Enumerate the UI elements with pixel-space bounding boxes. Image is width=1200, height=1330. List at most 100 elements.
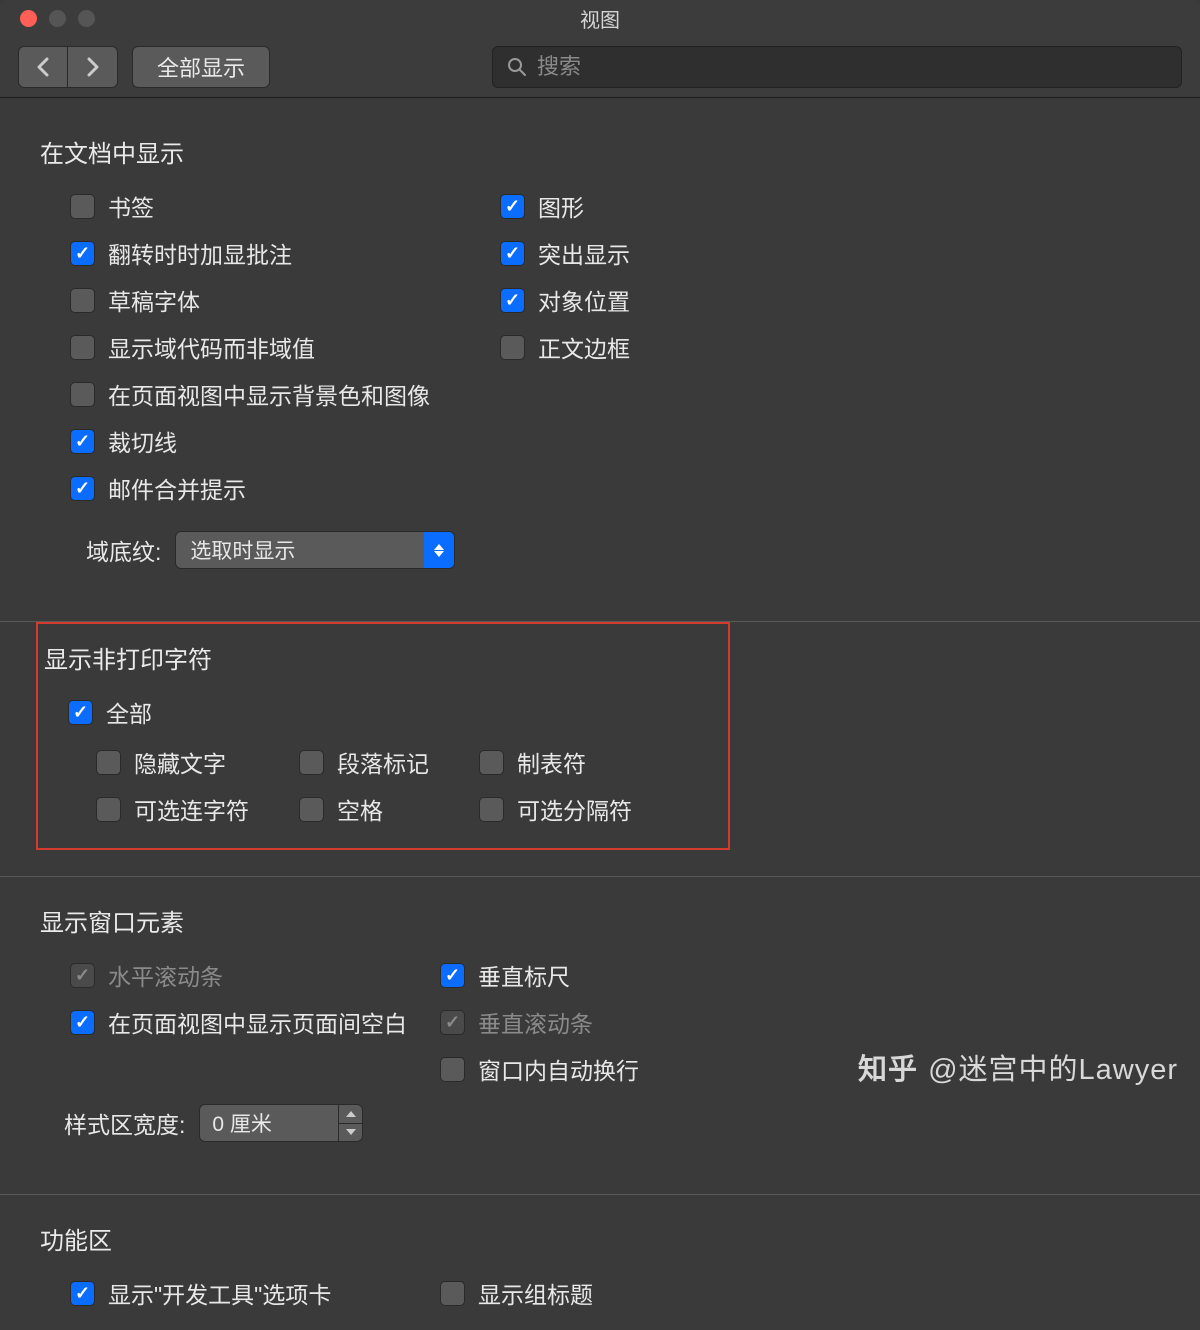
nonprinting-col: 段落标记空格 (299, 745, 429, 826)
chevron-right-icon (86, 57, 100, 77)
checkbox-item[interactable]: ✓翻转时时加显批注 (70, 236, 430, 270)
checkbox-icon (96, 750, 121, 775)
checkbox-item[interactable]: 窗口内自动换行 (440, 1052, 639, 1086)
stepper-up-icon[interactable] (339, 1105, 362, 1123)
checkbox-icon: ✓ (70, 1010, 95, 1035)
checkbox-icon (479, 750, 504, 775)
checkbox-all[interactable]: ✓ 全部 (68, 695, 712, 729)
zoom-window-button[interactable] (78, 10, 95, 27)
style-width-stepper[interactable]: 0 厘米 (199, 1104, 363, 1142)
section-title: 在文档中显示 (40, 134, 1160, 169)
close-window-button[interactable] (20, 10, 37, 27)
checkbox-item[interactable]: ✓ 邮件合并提示 (70, 471, 430, 505)
checkbox-icon: ✓ (500, 288, 525, 313)
checkbox-label: 图形 (538, 189, 584, 223)
checkbox-item[interactable]: 空格 (299, 792, 429, 826)
watermark-handle: @迷宫中的Lawyer (928, 1046, 1178, 1088)
search-field[interactable] (492, 46, 1182, 88)
style-width-label: 样式区宽度: (64, 1106, 185, 1140)
checkbox-item[interactable]: ✓ 裁切线 (70, 424, 430, 458)
checkbox-icon (70, 335, 95, 360)
checkbox-item[interactable]: 可选连字符 (96, 792, 249, 826)
checkbox-label: 邮件合并提示 (108, 471, 246, 505)
checkbox-label: 突出显示 (538, 236, 630, 270)
checkbox-icon (440, 1057, 465, 1082)
checkbox-item[interactable]: 段落标记 (299, 745, 429, 779)
ribbon-right-col: 显示组标题 (440, 1276, 593, 1310)
checkbox-item[interactable]: 在页面视图中显示背景色和图像 (70, 377, 430, 411)
checkbox-item[interactable]: 制表符 (479, 745, 632, 779)
field-shading-select[interactable]: 选取时显示 (175, 531, 455, 569)
checkbox-icon (500, 335, 525, 360)
checkbox-label: 垂直滚动条 (478, 1005, 593, 1039)
section-title: 功能区 (40, 1221, 1160, 1256)
checkbox-item: ✓ 垂直滚动条 (440, 1005, 639, 1039)
watermark: 知乎 @迷宫中的Lawyer (858, 1046, 1178, 1088)
zhihu-logo: 知乎 (858, 1046, 918, 1088)
select-stepper-icon (424, 532, 454, 568)
section-ribbon: 功能区 ✓显示"开发工具"选项卡 显示组标题 (40, 1195, 1160, 1310)
search-input[interactable] (537, 54, 1167, 80)
section-nonprinting-highlight: 显示非打印字符 ✓ 全部 隐藏文字可选连字符段落标记空格制表符可选分隔符 (36, 622, 730, 850)
checkbox-label: 垂直标尺 (478, 958, 570, 992)
checkbox-label: 窗口内自动换行 (478, 1052, 639, 1086)
checkbox-item[interactable]: ✓ 在页面视图中显示页面间空白 (70, 1005, 440, 1039)
checkbox-label: 段落标记 (337, 745, 429, 779)
checkbox-icon: ✓ (70, 241, 95, 266)
checkbox-label: 空格 (337, 792, 383, 826)
toolbar: 全部显示 (0, 36, 1200, 98)
checkbox-item[interactable]: ✓突出显示 (500, 236, 630, 270)
nonprinting-col: 隐藏文字可选连字符 (96, 745, 249, 826)
checkbox-label: 隐藏文字 (134, 745, 226, 779)
checkbox-icon: ✓ (70, 1281, 95, 1306)
nonprinting-col: 制表符可选分隔符 (479, 745, 632, 826)
checkbox-label: 裁切线 (108, 424, 177, 458)
field-shading-value: 选取时显示 (190, 535, 295, 565)
checkbox-icon: ✓ (440, 1010, 465, 1035)
stepper-down-icon[interactable] (339, 1124, 362, 1142)
checkbox-item[interactable]: ✓垂直标尺 (440, 958, 639, 992)
checkbox-label: 可选连字符 (134, 792, 249, 826)
back-button[interactable] (18, 46, 68, 88)
minimize-window-button[interactable] (49, 10, 66, 27)
checkbox-item[interactable]: 正文边框 (500, 330, 630, 364)
stepper-buttons[interactable] (339, 1104, 363, 1142)
checkbox-label: 全部 (106, 695, 152, 729)
in-document-right-col: ✓图形✓突出显示✓对象位置正文边框 (500, 189, 630, 505)
section-title: 显示窗口元素 (40, 903, 1160, 938)
checkbox-icon (70, 288, 95, 313)
checkbox-icon: ✓ (70, 476, 95, 501)
checkbox-icon: ✓ (68, 700, 93, 725)
checkbox-label: 制表符 (517, 745, 586, 779)
field-shading-row: 域底纹: 选取时显示 (40, 531, 1160, 569)
checkbox-item[interactable]: 显示域代码而非域值 (70, 330, 430, 364)
nav-buttons (18, 46, 118, 88)
checkbox-icon: ✓ (500, 194, 525, 219)
checkbox-item[interactable]: ✓对象位置 (500, 283, 630, 317)
forward-button[interactable] (68, 46, 118, 88)
checkbox-label: 可选分隔符 (517, 792, 632, 826)
checkbox-icon (479, 797, 504, 822)
chevron-left-icon (36, 57, 50, 77)
checkbox-item[interactable]: 隐藏文字 (96, 745, 249, 779)
checkbox-label: 水平滚动条 (108, 958, 223, 992)
checkbox-item: ✓水平滚动条 (70, 958, 440, 992)
section-in-document: 在文档中显示 书签 ✓翻转时时加显批注草稿字体显示域代码而非域值在页面视图中显示背… (40, 134, 1160, 595)
style-width-input[interactable]: 0 厘米 (199, 1104, 339, 1142)
checkbox-icon (299, 797, 324, 822)
checkbox-item[interactable]: 书签 (70, 189, 430, 223)
checkbox-item[interactable]: 草稿字体 (70, 283, 430, 317)
checkbox-label: 正文边框 (538, 330, 630, 364)
in-document-left-col: 书签 ✓翻转时时加显批注草稿字体显示域代码而非域值在页面视图中显示背景色和图像 ✓ 裁… (40, 189, 430, 505)
checkbox-item[interactable]: ✓ 图形 (500, 189, 630, 223)
checkbox-item[interactable]: ✓显示"开发工具"选项卡 (70, 1276, 440, 1310)
checkbox-item[interactable]: 显示组标题 (440, 1276, 593, 1310)
show-all-button[interactable]: 全部显示 (132, 46, 270, 88)
search-icon (507, 57, 527, 77)
section-title: 显示非打印字符 (44, 640, 712, 675)
checkbox-item[interactable]: 可选分隔符 (479, 792, 632, 826)
section-window-elements: 显示窗口元素 ✓水平滚动条✓在页面视图中显示页面间空白 ✓垂直标尺✓垂直滚动条窗… (40, 877, 1160, 1168)
checkbox-icon: ✓ (70, 429, 95, 454)
window-right-col: ✓垂直标尺 ✓ 垂直滚动条窗口内自动换行 (440, 958, 639, 1086)
checkbox-label: 在页面视图中显示页面间空白 (108, 1005, 407, 1039)
